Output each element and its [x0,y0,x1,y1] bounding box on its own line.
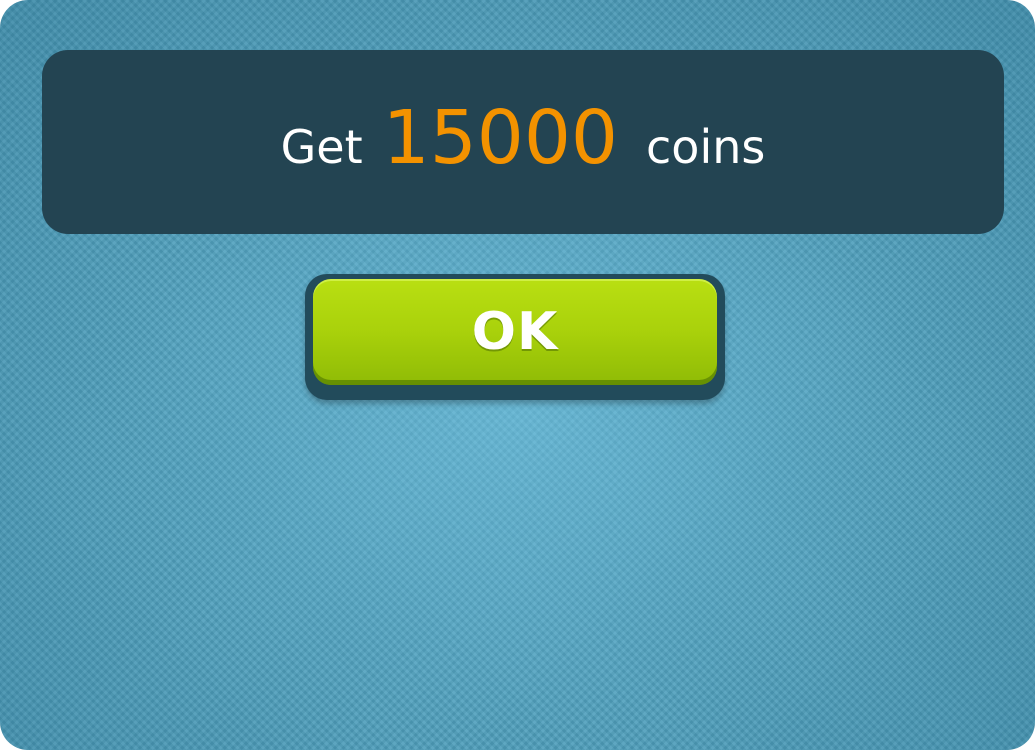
reward-dialog-panel: Get 15000 coins OK [0,0,1035,750]
reward-prefix-text: Get [280,120,363,174]
ok-button-label: OK [471,302,559,362]
reward-suffix-text: coins [646,120,766,174]
reward-message: Get 15000 coins [281,101,766,175]
ok-button-frame: OK [305,274,725,400]
reward-banner: Get 15000 coins [42,50,1004,234]
coin-amount: 15000 [382,95,619,181]
ok-button[interactable]: OK [313,279,717,385]
